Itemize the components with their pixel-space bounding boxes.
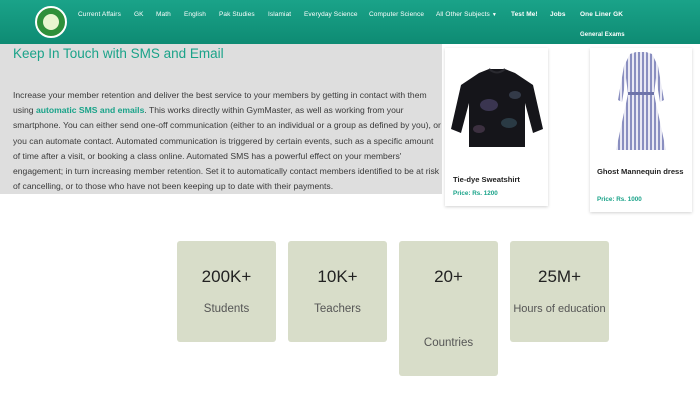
product-card-sweatshirt[interactable]: Tie-dye Sweatshirt Price: Rs. 1200 <box>445 48 548 206</box>
page-heading: Keep In Touch with SMS and Email <box>13 46 224 61</box>
stat-card-teachers: 10K+ Teachers <box>288 241 387 342</box>
stat-label: Teachers <box>314 303 361 315</box>
product-price: Price: Rs. 1200 <box>453 190 498 197</box>
stat-value: 25M+ <box>538 267 581 286</box>
logo-emblem <box>43 14 59 30</box>
stat-card-countries: 20+ Countries <box>399 241 498 376</box>
caret-down-icon: ▼ <box>491 12 497 18</box>
stat-label: Hours of education <box>513 303 606 315</box>
stat-value: 200K+ <box>201 267 252 286</box>
nav-test-me[interactable]: Test Me! <box>511 11 538 18</box>
product-card-dress[interactable]: Ghost Mannequin dress Price: Rs. 1000 <box>590 48 692 212</box>
product-price: Price: Rs. 1000 <box>597 196 642 203</box>
product-name[interactable]: Ghost Mannequin dress <box>597 166 687 178</box>
nav-islamiat[interactable]: Islamiat <box>268 11 291 18</box>
top-navbar: Current Affairs GK Math English Pak Stud… <box>0 0 700 44</box>
intro-paragraph: Increase your member retention and deliv… <box>13 88 441 194</box>
nav-current-affairs[interactable]: Current Affairs <box>78 11 121 18</box>
nav-pak-studies[interactable]: Pak Studies <box>219 11 255 18</box>
product-name[interactable]: Tie-dye Sweatshirt <box>453 174 545 186</box>
dress-image <box>590 48 692 158</box>
nav-all-other-subjects-label: All Other Subjects <box>436 11 490 18</box>
nav-jobs[interactable]: Jobs <box>550 11 566 18</box>
nav-math[interactable]: Math <box>156 11 171 18</box>
nav-one-liner-gk[interactable]: One Liner GK <box>580 11 623 18</box>
stat-card-hours: 25M+ Hours of education <box>510 241 609 342</box>
nav-everyday-science[interactable]: Everyday Science <box>304 11 358 18</box>
school-logo-icon[interactable] <box>35 6 67 38</box>
stat-label: Students <box>203 303 250 315</box>
stat-value: 20+ <box>434 267 463 286</box>
nav-english[interactable]: English <box>184 11 206 18</box>
nav-gk[interactable]: GK <box>134 11 144 18</box>
nav-general-exams[interactable]: General Exams <box>580 32 625 38</box>
stat-card-students: 200K+ Students <box>177 241 276 342</box>
sweatshirt-image <box>445 54 548 164</box>
sms-email-link[interactable]: automatic SMS and emails <box>36 105 144 115</box>
nav-all-other-subjects[interactable]: All Other Subjects ▼ <box>436 11 497 18</box>
nav-computer-science[interactable]: Computer Science <box>369 11 424 18</box>
stat-label: Countries <box>423 337 474 349</box>
paragraph-text-end: . This works directly within GymMaster, … <box>13 105 441 192</box>
stat-value: 10K+ <box>317 267 358 286</box>
